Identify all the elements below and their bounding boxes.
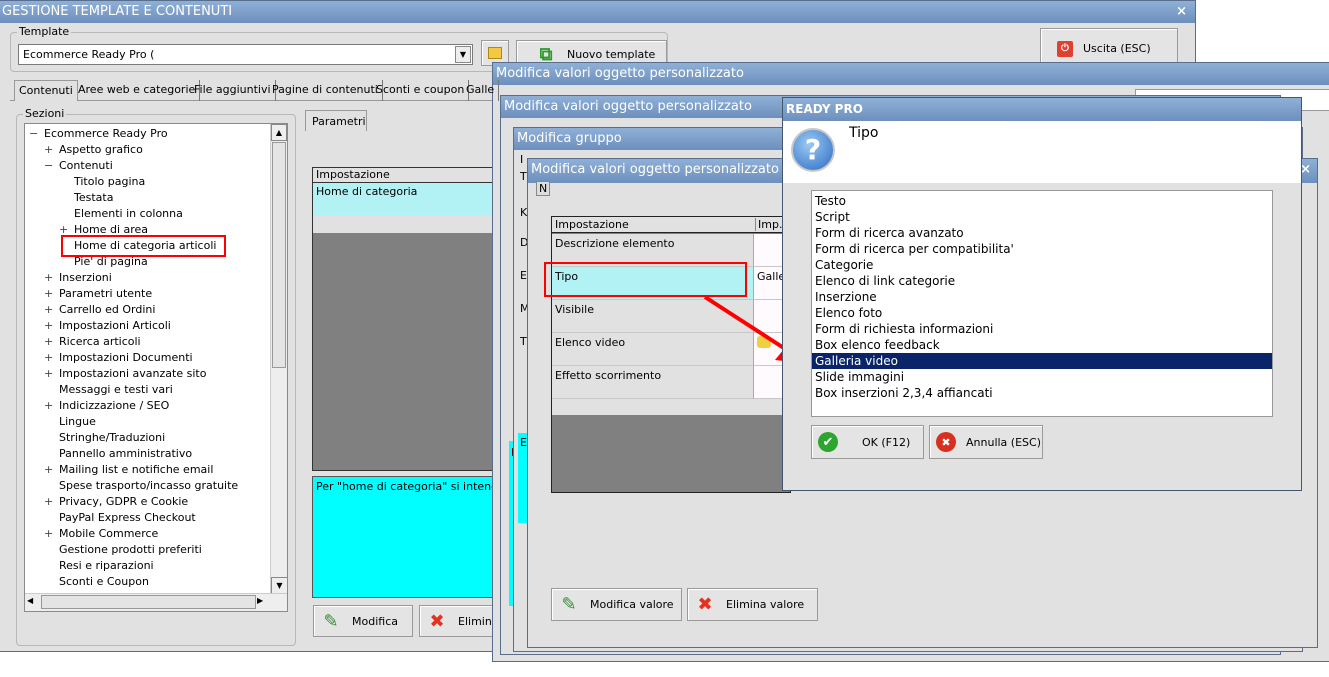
choice-dialog: READY PRO ? Tipo Testo Script Form di rice… [782, 97, 1302, 491]
dialog-title: READY PRO [783, 98, 1301, 121]
tab-3[interactable]: Pagine di contenuti [268, 80, 383, 101]
option-item[interactable]: Slide immagini [812, 369, 1272, 385]
option-item[interactable]: Script [812, 209, 1272, 225]
dialog-question: Tipo [849, 125, 879, 141]
tab-2[interactable]: File aggiuntivi [190, 80, 276, 101]
option-item[interactable]: Testo [812, 193, 1272, 209]
option-item[interactable]: Form di ricerca per compatibilita' [812, 241, 1272, 257]
tab-4[interactable]: Sconti e coupon [372, 80, 470, 101]
ok-label: OK (F12) [862, 435, 911, 449]
option-item[interactable]: Elenco di link categorie [812, 273, 1272, 289]
cancel-x-icon: ✖ [936, 432, 956, 452]
option-item[interactable]: Box inserzioni 2,3,4 affiancati [812, 385, 1272, 401]
option-item[interactable]: Form di richiesta informazioni [812, 321, 1272, 337]
tab-5[interactable]: Galle [462, 80, 500, 101]
cancel-button[interactable]: ✖ Annulla (ESC) [929, 425, 1043, 459]
tab-1[interactable]: Aree web e categorie [74, 80, 201, 101]
check-icon: ✔ [818, 432, 838, 452]
option-item[interactable]: Elenco foto [812, 305, 1272, 321]
question-icon: ? [791, 128, 835, 172]
option-item[interactable]: Galleria video [812, 353, 1272, 369]
option-item[interactable]: Box elenco feedback [812, 337, 1272, 353]
options-listbox[interactable]: Testo Script Form di ricerca avanzato Form … [811, 190, 1273, 417]
ok-button[interactable]: ✔ OK (F12) [811, 425, 924, 459]
option-item[interactable]: Form di ricerca avanzato [812, 225, 1272, 241]
dialog-header: ? Tipo [783, 121, 1301, 183]
option-item[interactable]: Categorie [812, 257, 1272, 273]
option-item[interactable]: Inserzione [812, 289, 1272, 305]
cancel-label: Annulla (ESC) [966, 435, 1041, 449]
tab-0[interactable]: Contenuti [14, 80, 78, 101]
